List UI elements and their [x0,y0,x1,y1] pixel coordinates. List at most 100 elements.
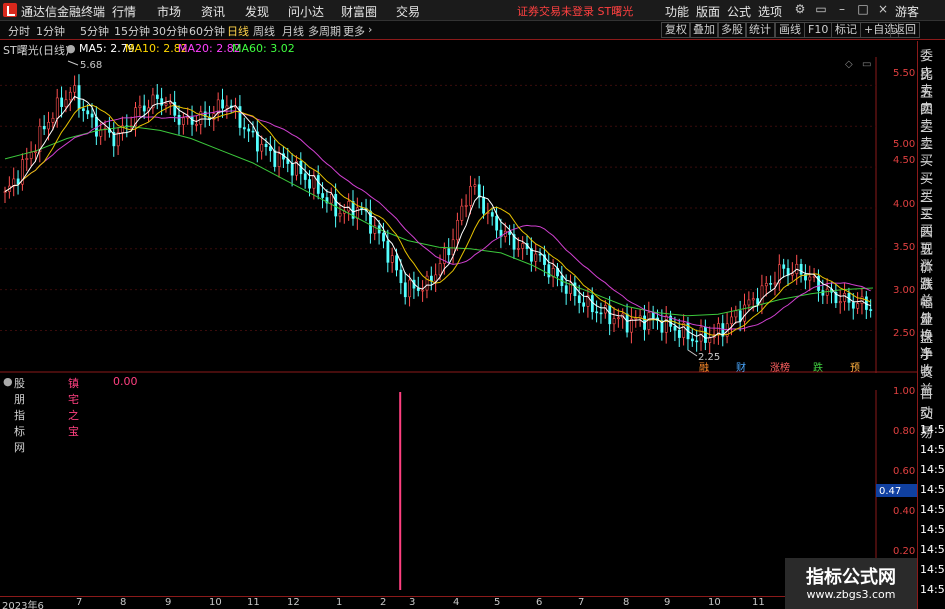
menu-options[interactable]: 选项 [758,3,782,20]
period-more[interactable]: 更多 [343,23,365,39]
chevron-right-icon[interactable]: › [368,23,372,36]
side-panel-trade-time: 14:56 [920,563,945,576]
candle-body [808,276,812,281]
candle-body [64,99,68,107]
menu-formula[interactable]: 公式 [727,3,751,20]
menu-layout[interactable]: 版面 [696,3,720,20]
candle-body [647,312,651,330]
indicator-tick: 0.20 [893,546,916,557]
period-tick[interactable]: 分时 [8,23,30,39]
candle-body [547,264,551,278]
stock-title: ST曙光(日线) [3,44,70,57]
period-60min[interactable]: 60分钟 [189,23,225,39]
candle-body [3,191,7,193]
event-marker-gain-rank[interactable]: 涨榜 [770,359,790,374]
event-marker-fall[interactable]: 跌 [813,359,823,374]
period-weekly[interactable]: 周线 [253,23,275,39]
menu-bar: 通达信金融终端 行情 市场 资讯 发现 问小达 财富圈 交易 证券交易未登录 S… [0,0,945,21]
candle-body [730,316,733,325]
candle-body [82,108,85,111]
candle-body [338,212,342,217]
event-marker-forecast[interactable]: 预 [850,359,860,374]
candle-body [334,193,338,217]
candle-body [42,125,46,130]
event-marker-margin[interactable]: 融 [699,359,709,374]
candle-body [577,295,581,304]
period-15min[interactable]: 15分钟 [114,23,150,39]
expand-icon[interactable]: ▭ [862,59,871,70]
candle-body [677,329,681,338]
date-tick: 5 [494,597,501,608]
candle-body [68,91,72,101]
menu-ask[interactable]: 问小达 [288,3,324,20]
statistics-button[interactable]: 统计 [745,22,775,38]
candle-body [860,296,864,304]
candle-body [77,85,81,109]
back-button[interactable]: 返回 [890,22,920,38]
candle-body [786,268,790,276]
multi-stock-button[interactable]: 多股 [717,22,747,38]
ma20-line [4,110,871,331]
draw-line-button[interactable]: 画线 [775,22,805,38]
menu-discover[interactable]: 发现 [245,3,269,20]
f10-button[interactable]: F10 [804,22,833,38]
candle-body [599,312,603,315]
dropdown-circle-icon[interactable]: ● [3,375,13,388]
candle-body [438,263,442,276]
candle-body [856,303,860,309]
candlestick-chart[interactable]: 5.68 2.25 ◇ ▭ [0,57,917,373]
candle-body [164,103,168,106]
menu-trade[interactable]: 交易 [396,3,420,20]
menu-wealth[interactable]: 财富圈 [341,3,377,20]
date-axis: 2023年6 7 8 9 10 11 12 1 2 3 4 5 6 7 8 9 … [0,596,875,609]
close-icon[interactable]: × [876,2,890,18]
settings-icon[interactable]: ⚙ [793,2,807,18]
user-label[interactable]: 游客 [895,3,919,20]
date-tick: 11 [752,597,765,608]
price-tick: 5.50 [893,68,916,79]
candle-body [482,196,486,214]
candle-body [51,117,55,123]
diamond-icon[interactable]: ◇ [845,59,853,70]
menu-news[interactable]: 资讯 [201,3,225,20]
candle-body [273,150,277,167]
mark-button[interactable]: 标记 [831,22,861,38]
maximize-icon[interactable]: □ [856,2,870,18]
menu-quotes[interactable]: 行情 [112,3,136,20]
price-tick: 4.00 [893,199,916,210]
indicator-tick: 0.80 [893,426,916,437]
candle-body [564,285,568,294]
period-30min[interactable]: 30分钟 [152,23,188,39]
minimize-icon[interactable]: – [835,2,849,18]
candle-body [747,299,751,306]
candle-body [142,105,146,112]
event-marker-finance[interactable]: 财 [736,359,746,374]
skin-icon[interactable]: ▭ [814,2,828,18]
adjust-button[interactable]: 复权 [661,22,691,38]
period-5min[interactable]: 5分钟 [80,23,109,39]
menu-function[interactable]: 功能 [665,3,689,20]
price-tick: 2.50 [893,328,916,339]
menu-market[interactable]: 市场 [157,3,181,20]
dropdown-circle-icon[interactable]: ● [66,42,76,55]
overlay-button[interactable]: 叠加 [689,22,719,38]
login-notice: 证券交易未登录 ST曙光 [517,5,634,18]
candle-body [225,105,229,109]
period-daily[interactable]: 日线 [227,23,249,39]
side-panel-trade-time: 14:56 [920,483,945,496]
candle-body [612,318,616,325]
date-tick: 12 [287,597,300,608]
candle-body [25,158,29,160]
indicator-chart[interactable]: 0.47 [0,390,917,596]
period-1min[interactable]: 1分钟 [36,23,65,39]
candle-body [316,175,320,194]
period-monthly[interactable]: 月线 [282,23,304,39]
side-panel-trade-time: 14:56 [920,503,945,516]
app-logo-icon [3,3,17,17]
date-tick: 10 [708,597,721,608]
candle-body [769,283,773,285]
indicator-value: 0.00 [113,375,138,388]
date-tick: 4 [453,597,460,608]
candle-body [251,130,255,133]
period-multi[interactable]: 多周期 [308,23,341,39]
